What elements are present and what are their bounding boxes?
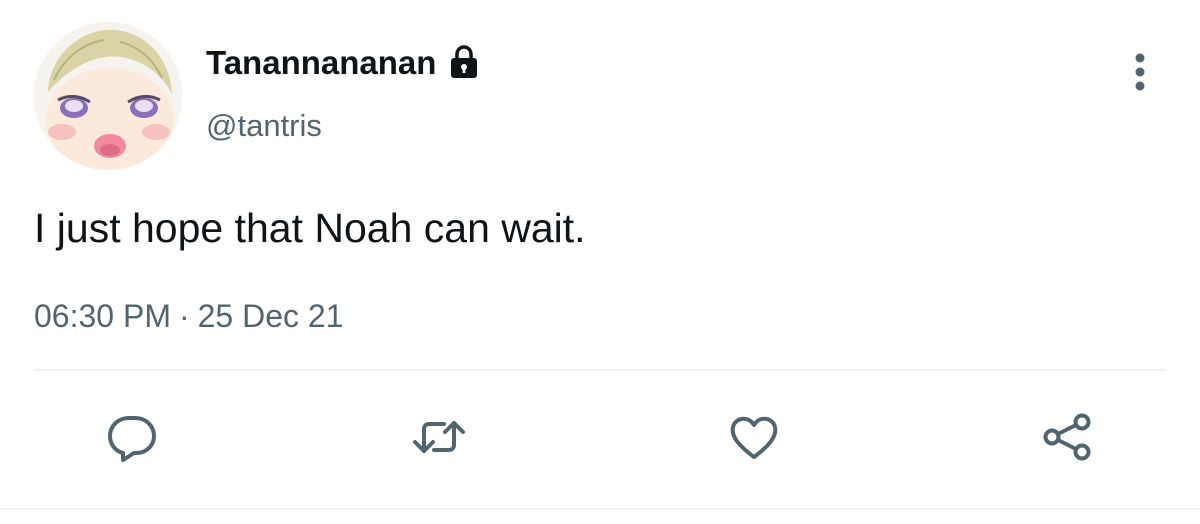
tweet-card: Tanannananan @tantris I just hope that N… — [0, 0, 1200, 524]
user-handle[interactable]: @tantris — [206, 106, 322, 146]
meta-separator: · — [178, 298, 190, 334]
user-display-name-row[interactable]: Tanannananan — [206, 41, 484, 85]
avatar-image — [34, 22, 182, 170]
reply-icon — [108, 416, 156, 462]
tweet-text: I just hope that Noah can wait. — [34, 205, 586, 251]
tweet-time[interactable]: 06:30 PM — [34, 298, 171, 334]
like-button[interactable] — [726, 409, 782, 465]
display-name[interactable]: Tanannananan — [206, 41, 436, 85]
more-options-icon[interactable] — [1120, 48, 1160, 96]
tweet-timestamp[interactable]: 06:30 PM · 25 Dec 21 — [34, 294, 344, 338]
lock-icon — [444, 43, 484, 83]
bottom-divider — [0, 508, 1200, 510]
divider — [34, 369, 1166, 371]
heart-icon — [730, 416, 778, 459]
avatar[interactable] — [34, 22, 182, 170]
reply-button[interactable] — [104, 409, 160, 465]
share-icon — [1043, 413, 1091, 461]
tweet-date[interactable]: 25 Dec 21 — [198, 298, 344, 334]
retweet-button[interactable] — [411, 409, 467, 465]
share-button[interactable] — [1040, 409, 1096, 465]
retweet-icon — [413, 421, 465, 453]
